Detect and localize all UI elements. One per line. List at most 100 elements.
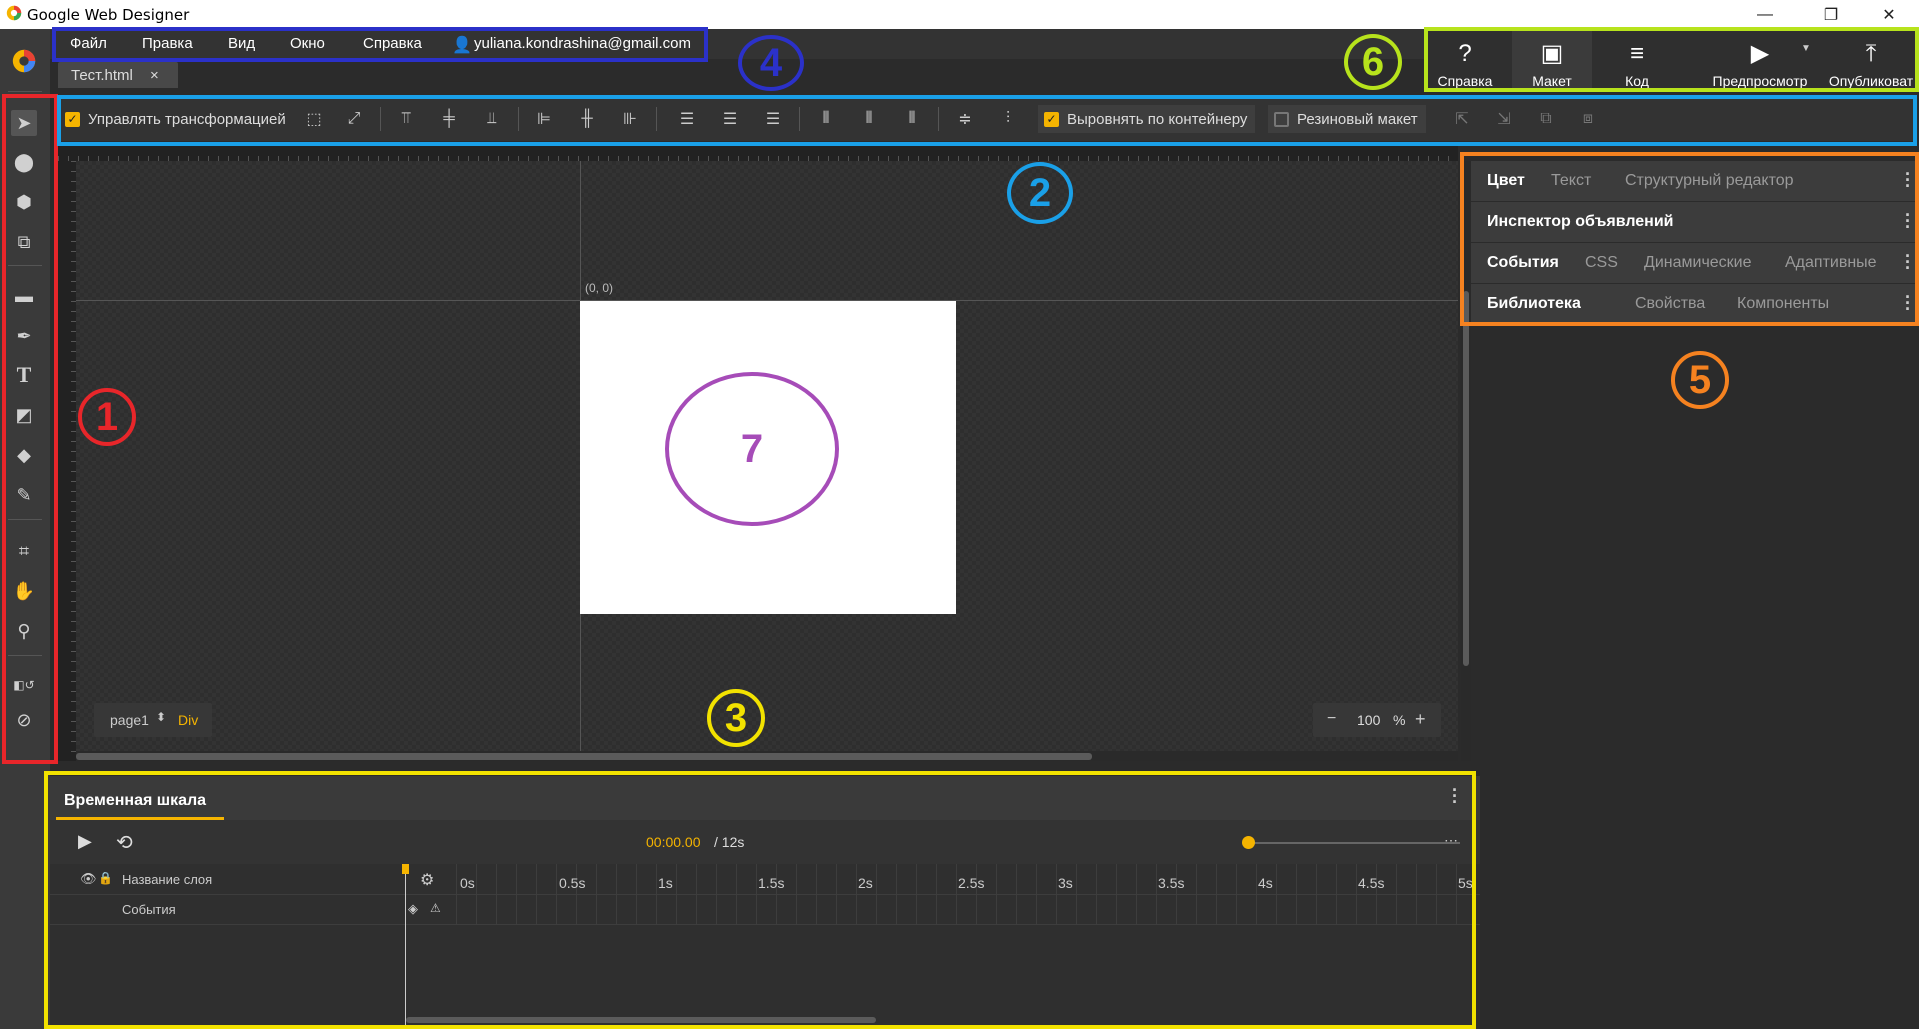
horizontal-scrollbar[interactable]: [76, 751, 1458, 761]
shape-tool-icon[interactable]: ◩: [11, 402, 37, 428]
close-tab-icon[interactable]: ×: [150, 67, 159, 84]
tab-ad-inspector[interactable]: Инспектор объявлений: [1487, 213, 1674, 231]
nest-icon[interactable]: ⇱: [1451, 108, 1473, 130]
panel-menu-icon[interactable]: · · ·: [1905, 247, 1911, 277]
zoom-tool-icon[interactable]: ⚲: [11, 618, 37, 644]
pen-tool-icon[interactable]: ✒: [11, 323, 37, 349]
menu-view[interactable]: Вид: [228, 35, 255, 52]
timeline-scrollbar[interactable]: [406, 1017, 876, 1023]
space-horizontal-icon[interactable]: ⫶: [997, 108, 1019, 130]
preview-dropdown-icon[interactable]: ▼: [1801, 43, 1811, 54]
tab-text[interactable]: Текст: [1551, 172, 1591, 190]
loop-icon[interactable]: ⟲: [116, 830, 133, 855]
tab-color[interactable]: Цвет: [1487, 172, 1525, 190]
zoom-value[interactable]: 100: [1357, 712, 1380, 728]
menu-edit[interactable]: Правка: [142, 35, 193, 52]
space-vertical-icon[interactable]: ≑: [954, 108, 976, 130]
text-tool-icon[interactable]: T: [11, 362, 37, 388]
window-title-bar: Google Web Designer — ❐ ✕: [0, 0, 1919, 29]
tab-responsive[interactable]: Адаптивные: [1785, 254, 1877, 272]
transform-control-label: Управлять трансформацией: [88, 110, 286, 128]
panel-menu-icon[interactable]: · · ·: [1905, 206, 1911, 236]
timeline-title[interactable]: Временная шкала: [64, 792, 206, 810]
playhead-handle[interactable]: [402, 864, 409, 874]
tag-shape-tool-icon[interactable]: ▬: [11, 283, 37, 309]
hand-tool-icon[interactable]: ✋: [11, 578, 37, 604]
document-tab[interactable]: Тест.html ×: [58, 62, 178, 88]
menu-file[interactable]: Файл: [70, 35, 107, 52]
visibility-icon[interactable]: 👁: [80, 871, 97, 887]
timeline-menu-icon[interactable]: · · ·: [1452, 781, 1458, 811]
design-view-button[interactable]: ▣ Макет: [1512, 29, 1592, 91]
page-dropdown-icon: ⬍: [156, 710, 167, 724]
align-bottom-icon[interactable]: ⫫: [481, 108, 503, 130]
element-type-label[interactable]: Div: [178, 712, 198, 728]
playhead[interactable]: [405, 864, 406, 1029]
tab-components[interactable]: Компоненты: [1737, 295, 1829, 313]
design-icon: ▣: [1540, 40, 1564, 67]
menu-help[interactable]: Справка: [363, 35, 422, 52]
tag-tool-icon[interactable]: ⬤: [11, 149, 37, 175]
timeline-grid[interactable]: [456, 864, 1466, 924]
transform-control-checkbox[interactable]: ✓ Управлять трансформацией: [65, 107, 286, 131]
timeline-zoom-handle[interactable]: [1242, 836, 1255, 849]
tab-css[interactable]: CSS: [1585, 254, 1618, 272]
vertical-scrollbar[interactable]: [1461, 161, 1471, 761]
align-center-icon[interactable]: ╫: [576, 108, 598, 130]
tab-outline[interactable]: Структурный редактор: [1625, 172, 1794, 190]
zoom-in-button[interactable]: +: [1415, 709, 1426, 730]
menu-window[interactable]: Окно: [290, 35, 325, 52]
scale-icon[interactable]: ⤢: [343, 108, 365, 130]
fill-tool-icon[interactable]: ◆: [11, 442, 37, 468]
align-top-icon[interactable]: ⫪: [395, 108, 417, 130]
distribute-top-icon[interactable]: ☰: [676, 108, 698, 130]
annotation-5: 5: [1671, 351, 1729, 409]
selection-tool-icon[interactable]: ➤: [11, 110, 37, 136]
swap-colors-icon[interactable]: ◧↺: [11, 672, 37, 698]
timeline-zoom-slider[interactable]: [1248, 842, 1460, 844]
align-right-icon[interactable]: ⊪: [619, 108, 641, 130]
maximize-button[interactable]: ❐: [1808, 0, 1854, 29]
distribute-bottom-icon[interactable]: ☰: [762, 108, 784, 130]
transform-bounds-icon[interactable]: ⬚: [303, 108, 325, 130]
tab-events[interactable]: События: [1487, 254, 1559, 272]
unnest-icon[interactable]: ⇲: [1493, 108, 1515, 130]
code-view-button[interactable]: ≡ Код: [1602, 29, 1672, 91]
3d-translation-tool-icon[interactable]: ⧉: [11, 229, 37, 255]
minimize-button[interactable]: —: [1742, 0, 1788, 29]
zoom-out-button[interactable]: −: [1327, 710, 1336, 728]
help-button[interactable]: ? Справка: [1427, 29, 1503, 91]
panel-menu-icon[interactable]: · · ·: [1905, 165, 1911, 195]
user-account[interactable]: yuliana.kondrashina@gmail.com: [474, 35, 691, 52]
panel-menu-icon[interactable]: · · ·: [1905, 288, 1911, 318]
align-to-container-checkbox[interactable]: ✓ Выровнять по контейнеру: [1038, 105, 1256, 133]
3d-rotation-tool-icon[interactable]: ⬢: [11, 189, 37, 215]
tab-dynamic[interactable]: Динамические: [1644, 254, 1752, 272]
align-left-icon[interactable]: ⊫: [533, 108, 555, 130]
tab-library[interactable]: Библиотека: [1487, 295, 1581, 313]
close-window-button[interactable]: ✕: [1866, 0, 1912, 29]
play-icon[interactable]: ▶: [78, 831, 92, 852]
crop-tool-icon[interactable]: ⌗: [11, 538, 37, 564]
current-time[interactable]: 00:00.00: [646, 834, 701, 850]
ungroup-icon[interactable]: ⧈: [1577, 108, 1599, 130]
distribute-middle-icon[interactable]: ☰: [719, 108, 741, 130]
document-tab-label: Тест.html: [71, 67, 133, 84]
tab-properties[interactable]: Свойства: [1635, 295, 1705, 313]
timeline-tick: 0.5s: [559, 875, 586, 891]
preview-button[interactable]: ▶ Предпросмотр: [1705, 29, 1815, 91]
distribute-center-icon[interactable]: ⦀: [858, 108, 880, 130]
distribute-right-icon[interactable]: ⦀: [901, 108, 923, 130]
lock-icon[interactable]: 🔒: [98, 871, 113, 885]
group-icon[interactable]: ⧉: [1535, 108, 1557, 130]
timeline-mode-icon[interactable]: ⋯: [1444, 832, 1458, 849]
publish-button[interactable]: ⤒ Опубликоват: [1823, 29, 1919, 91]
fill-stroke-color-icon[interactable]: ⊘: [11, 707, 37, 733]
page-selector[interactable]: page1 ⬍ Div: [94, 703, 212, 737]
distribute-left-icon[interactable]: ⦀: [815, 108, 837, 130]
align-middle-icon[interactable]: ╪: [438, 108, 460, 130]
origin-label: (0, 0): [585, 281, 614, 295]
fluid-layout-checkbox[interactable]: Резиновый макет: [1268, 105, 1426, 133]
eyedropper-tool-icon[interactable]: ✎: [11, 482, 37, 508]
layer-settings-icon[interactable]: ⚙: [420, 870, 434, 890]
